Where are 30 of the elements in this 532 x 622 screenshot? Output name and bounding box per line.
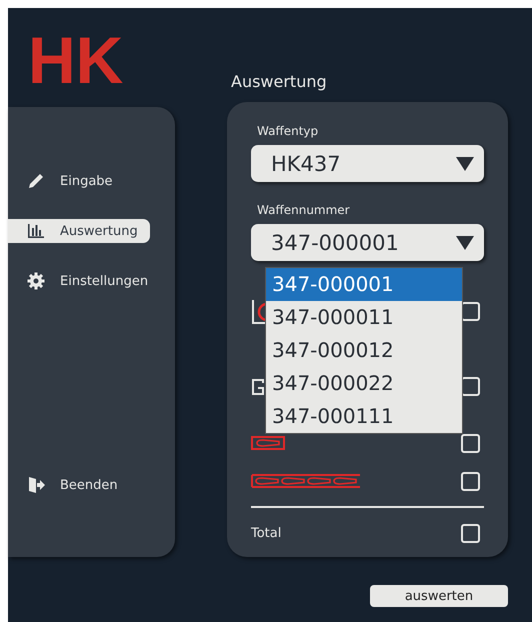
total-label: Total — [251, 526, 282, 540]
dropdown-option[interactable]: 347-000022 — [266, 367, 462, 400]
page-title: Auswertung — [230, 72, 327, 93]
checkbox[interactable] — [461, 377, 480, 396]
sidebar-item[interactable]: Eingabe — [8, 169, 150, 193]
sidebar-item[interactable]: Einstellungen — [8, 269, 150, 293]
exit-door-icon — [26, 475, 46, 495]
bullet-series-icon — [251, 473, 361, 489]
weapon-number-dropdown[interactable]: 347-000001 — [251, 224, 484, 261]
caret-icon — [456, 236, 474, 250]
pencil-icon — [26, 171, 46, 191]
caret-icon — [456, 156, 474, 170]
checkbox[interactable] — [461, 434, 480, 452]
dropdown-option[interactable]: 347-000012 — [266, 334, 462, 367]
bullet-icon — [251, 436, 285, 450]
logo: HK — [28, 28, 124, 92]
bar-chart-icon — [26, 221, 46, 241]
checkbox[interactable] — [461, 302, 480, 321]
field-label: Waffentyp — [257, 124, 318, 140]
dropdown-option[interactable]: 347-000011 — [266, 301, 462, 334]
field-label: Waffennummer — [257, 203, 350, 219]
evaluate-button[interactable]: auswerten — [370, 585, 508, 607]
weapon-type-dropdown[interactable]: HK437 — [251, 145, 484, 182]
exit-button[interactable]: Beenden — [8, 473, 150, 497]
checkbox[interactable] — [461, 472, 480, 490]
settings-icon — [26, 271, 46, 291]
dropdown-option[interactable]: 347-000111 — [266, 400, 462, 433]
dropdown-option[interactable]: 347-000001 — [266, 268, 462, 301]
checkbox[interactable] — [461, 524, 480, 542]
sidebar-item[interactable]: Auswertung — [8, 219, 150, 243]
